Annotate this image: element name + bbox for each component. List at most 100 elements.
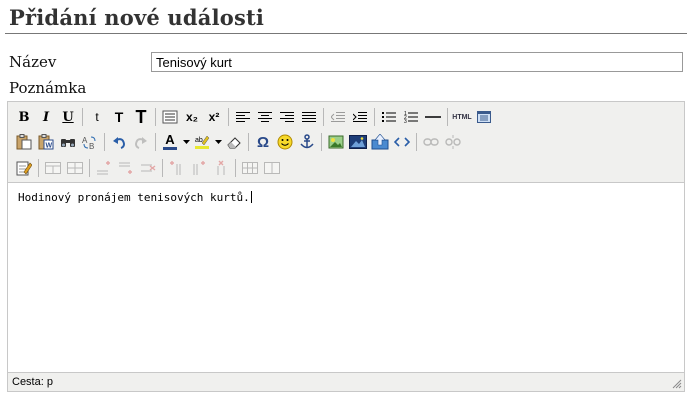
paste-word-icon[interactable]: W [36,132,56,152]
underline-glyph: U [62,109,74,125]
undo-icon[interactable] [109,132,129,152]
toolbar-separator [38,159,39,177]
bullet-list-icon[interactable] [379,107,399,127]
page-title: Přidání nové události [9,5,265,30]
outdent-icon[interactable] [328,107,348,127]
editor-content-text: Hodinový pronájem tenisových kurtů. [18,191,252,204]
note-label: Poznámka [9,79,87,97]
paste-icon[interactable] [14,132,34,152]
toolbar-row-3 [14,157,284,179]
edit-css-icon[interactable] [14,158,34,178]
svg-text:3: 3 [404,119,407,123]
toolbar-separator [82,108,83,126]
omega-glyph: Ω [256,133,270,151]
svg-text:ab: ab [195,137,203,144]
align-right-icon[interactable] [277,107,297,127]
toolbar-separator [416,133,417,151]
toolbar-separator [228,108,229,126]
insert-line-icon[interactable] [160,107,180,127]
font-medium-glyph: T [114,109,124,125]
col-after-icon[interactable] [189,158,209,178]
find-icon[interactable] [58,132,78,152]
toolbar-row-2: W AB A ab Ω [14,131,465,153]
editor-toolbar: B I U t T T x₂ x² 123 HTML W A B A ab Ω [8,102,684,182]
path-label: Cesta: [12,376,44,388]
font-large-glyph: T [135,106,147,127]
fullscreen-icon[interactable] [474,107,494,127]
highlight-color-icon[interactable]: ab [192,132,212,152]
bold-button[interactable]: B [14,107,34,127]
font-color-button[interactable]: A [160,132,180,152]
split-cells-icon[interactable] [240,158,260,178]
redo-icon[interactable] [131,132,151,152]
svg-text:W: W [46,143,53,150]
path-value[interactable]: p [47,376,53,388]
delete-col-icon[interactable] [211,158,231,178]
col-before-icon[interactable] [167,158,187,178]
highlight-dropdown-icon[interactable] [214,132,222,152]
font-size-large-button[interactable]: T [131,107,151,127]
row-before-icon[interactable] [94,158,114,178]
horizontal-rule-icon[interactable] [423,107,443,127]
name-input[interactable] [151,52,683,72]
smiley-icon[interactable] [275,132,295,152]
toolbar-row-1: B I U t T T x₂ x² 123 HTML [14,106,496,128]
merge-cells-icon[interactable] [262,158,282,178]
font-small-glyph: t [95,110,99,124]
font-color-swatch [163,147,177,150]
bold-glyph: B [18,109,30,125]
toolbar-separator [447,108,448,126]
toolbar-separator [374,108,375,126]
indent-icon[interactable] [350,107,370,127]
font-size-small-button[interactable]: t [87,107,107,127]
toolbar-separator [104,133,105,151]
subscript-button[interactable]: x₂ [182,107,202,127]
toolbar-separator [89,159,90,177]
italic-button[interactable]: I [36,107,56,127]
insert-image-icon[interactable] [326,132,346,152]
name-label: Název [9,53,57,71]
align-justify-icon[interactable] [299,107,319,127]
title-divider [5,33,687,34]
underline-button[interactable]: U [58,107,78,127]
superscript-glyph: x² [208,110,220,124]
italic-glyph: I [42,109,50,125]
delete-row-icon[interactable] [138,158,158,178]
font-color-glyph: A [165,132,175,147]
row-after-icon[interactable] [116,158,136,178]
table-props-icon[interactable] [65,158,85,178]
editor-statusbar: Cesta: p [8,373,684,391]
subscript-glyph: x₂ [185,110,198,124]
align-center-icon[interactable] [255,107,275,127]
eraser-icon[interactable] [224,132,244,152]
upload-icon[interactable] [370,132,390,152]
special-char-button[interactable]: Ω [253,132,273,152]
numbered-list-icon[interactable]: 123 [401,107,421,127]
resize-grip-icon[interactable] [672,379,682,389]
font-color-dropdown-icon[interactable] [182,132,190,152]
superscript-button[interactable]: x² [204,107,224,127]
editor-content-area[interactable]: Hodinový pronájem tenisových kurtů. [8,182,684,373]
insert-table-icon[interactable] [43,158,63,178]
html-glyph: HTML [452,113,472,121]
anchor-icon[interactable] [297,132,317,152]
svg-text:A: A [82,136,88,145]
svg-text:B: B [89,142,94,150]
align-left-icon[interactable] [233,107,253,127]
html-source-button[interactable]: HTML [452,107,472,127]
toolbar-separator [155,133,156,151]
toolbar-separator [235,159,236,177]
toolbar-separator [162,159,163,177]
toolbar-separator [248,133,249,151]
element-path: Cesta: p [12,376,53,388]
toolbar-separator [321,133,322,151]
code-icon[interactable] [392,132,412,152]
font-size-medium-button[interactable]: T [109,107,129,127]
editor-content-value: Hodinový pronájem tenisových kurtů. [18,191,250,204]
replace-icon[interactable]: AB [80,132,100,152]
rich-text-editor: B I U t T T x₂ x² 123 HTML W A B A ab Ω … [7,101,685,392]
link-icon[interactable] [421,132,441,152]
unlink-icon[interactable] [443,132,463,152]
insert-media-icon[interactable] [348,132,368,152]
toolbar-separator [155,108,156,126]
